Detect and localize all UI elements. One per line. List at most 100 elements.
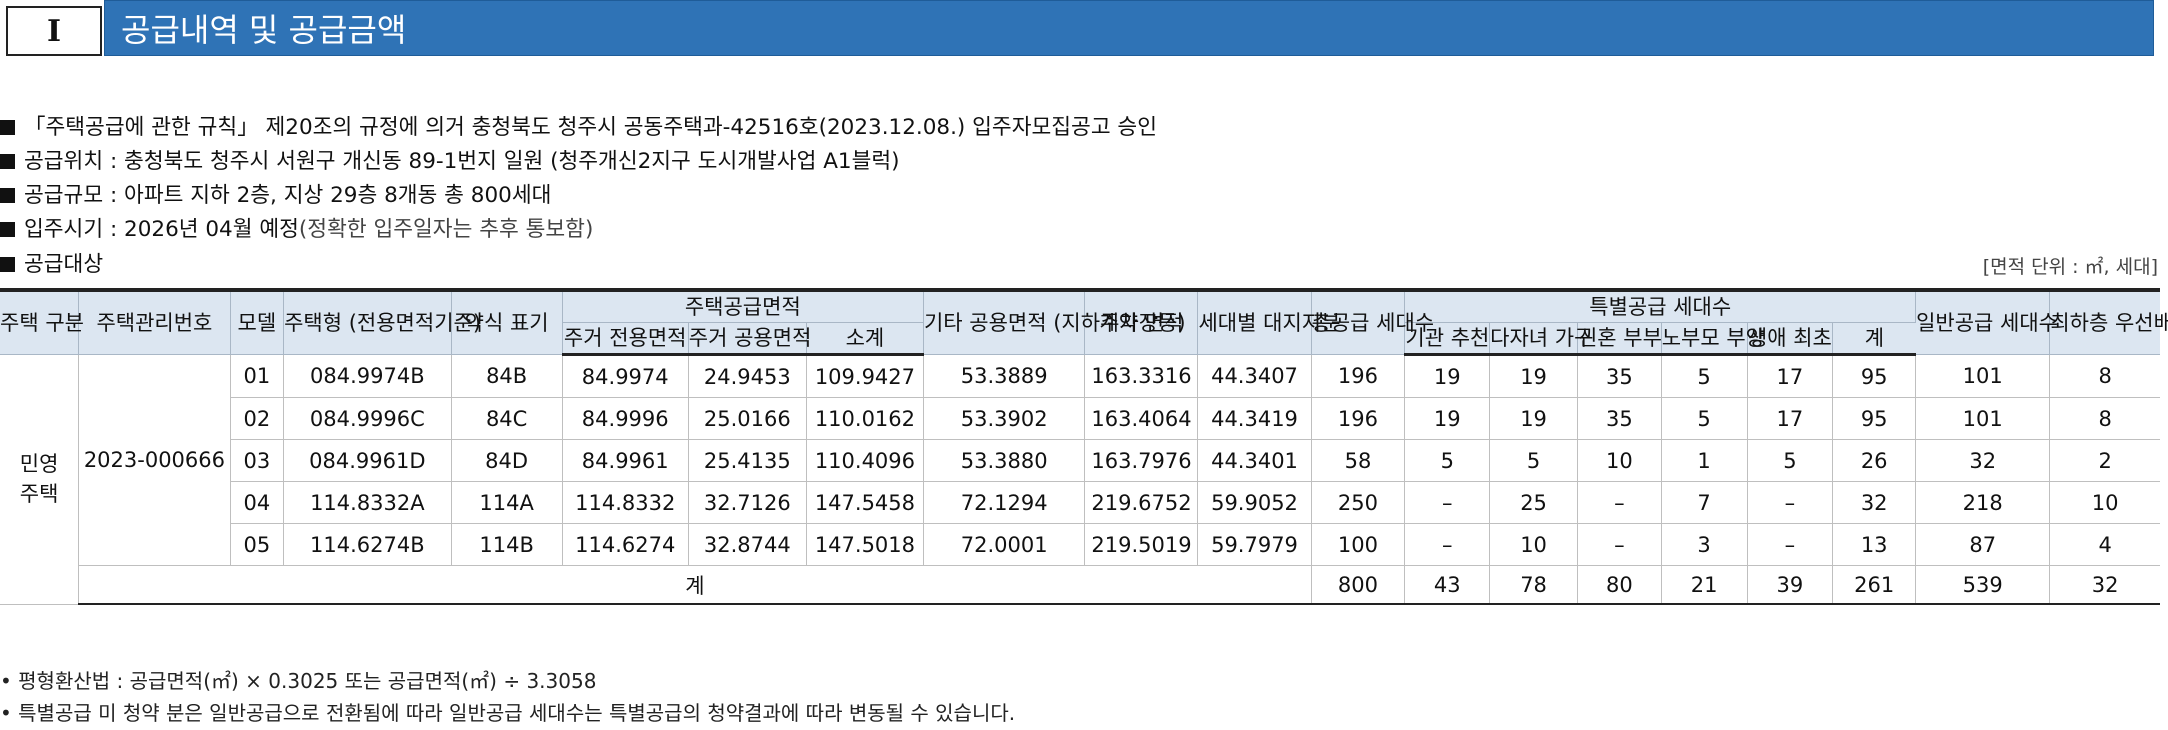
table-cell: 84.9974 <box>562 354 689 398</box>
table-cell: 44.3401 <box>1197 439 1312 482</box>
header-house-type: 주택형 (전용면적기준) <box>283 288 481 355</box>
supply-table: 주택 구분 주택관리번호 모델 주택형 (전용면적기준) 약식 표기 주택공급면… <box>0 288 2168 605</box>
total-cell: 78 <box>1489 565 1578 605</box>
table-cell: 17 <box>1747 354 1834 398</box>
table-cell: 101 <box>1915 354 2051 398</box>
note-special-supply: • 특별공급 미 청약 분은 일반공급으로 전환됨에 따라 일반공급 세대수는 … <box>0 701 1016 725</box>
table-cell: – <box>1404 523 1491 566</box>
table-cell: 5 <box>1404 439 1491 482</box>
table-cell: 114.8332A <box>283 481 452 524</box>
table-cell: 110.4096 <box>806 439 924 482</box>
table-cell: 5 <box>1661 354 1748 398</box>
table-cell: 35 <box>1577 397 1662 440</box>
bullet-square-icon <box>0 222 15 237</box>
table-cell: – <box>1577 523 1662 566</box>
header-sp-multichild: 다자녀 가구 <box>1489 322 1593 356</box>
table-cell: 084.9961D <box>283 439 452 482</box>
table-cell: 25 <box>1489 481 1578 524</box>
table-cell: – <box>1404 481 1491 524</box>
table-cell: 5 <box>1747 439 1834 482</box>
total-cell: 39 <box>1747 565 1834 605</box>
total-label: 계 <box>78 565 1312 605</box>
table-cell: 250 <box>1311 481 1406 524</box>
table-cell: 3 <box>1661 523 1748 566</box>
header-total-units: 총공급 세대수 <box>1311 288 1434 355</box>
header-supply-area: 주택공급면적 <box>562 288 924 323</box>
table-cell: 13 <box>1832 523 1917 566</box>
header-special-supply: 특별공급 세대수 <box>1404 288 1917 323</box>
table-cell: 95 <box>1832 397 1917 440</box>
table-cell: 03 <box>230 439 285 482</box>
total-cell: 80 <box>1577 565 1662 605</box>
header-sp-sum: 계 <box>1832 322 1916 356</box>
header-sp-elderly-parent: 노부모 부양 <box>1661 322 1765 356</box>
table-cell: 10 <box>2049 481 2160 524</box>
table-cell: 163.3316 <box>1084 354 1199 398</box>
bullet-move-in: 입주시기 : 2026년 04월 예정(정확한 입주일자는 추후 통보함) <box>0 212 593 243</box>
table-cell: 19 <box>1404 354 1491 398</box>
header-lowest-floor: 최하층 우선배정 세대수 <box>2049 288 2168 355</box>
table-cell: 10 <box>1577 439 1662 482</box>
table-cell: 32.8744 <box>688 523 807 566</box>
cell-housing-type: 민영 주택 <box>0 354 80 605</box>
bullet-scale: 공급규모 : 아파트 지하 2층, 지상 29층 8개동 총 800세대 <box>0 178 551 209</box>
table-cell: 84D <box>451 439 563 482</box>
table-cell: 8 <box>2049 397 2160 440</box>
table-cell: 32.7126 <box>688 481 807 524</box>
table-cell: 53.3902 <box>923 397 1086 440</box>
header-exclusive-area: 주거 전용면적 <box>562 322 689 356</box>
table-cell: 84.9996 <box>562 397 689 440</box>
table-cell: 219.5019 <box>1084 523 1199 566</box>
supply-table-wrapper: 주택 구분 주택관리번호 모델 주택형 (전용면적기준) 약식 표기 주택공급면… <box>0 288 2168 605</box>
total-cell: 800 <box>1311 565 1406 605</box>
table-cell: 72.0001 <box>923 523 1086 566</box>
table-row: 05 114.6274B 114B 114.6274 32.8744 147.5018 72… <box>0 523 2160 566</box>
table-cell: 05 <box>230 523 285 566</box>
table-cell: 084.9974B <box>283 354 452 398</box>
header-subtotal: 소계 <box>806 322 924 356</box>
total-cell: 32 <box>2049 565 2160 605</box>
table-cell: 2 <box>2049 439 2160 482</box>
header-contract-area: 계약 면적 <box>1084 288 1199 355</box>
table-cell: 59.9052 <box>1197 481 1312 524</box>
bullet-text: 입주시기 : 2026년 04월 예정 <box>24 217 299 242</box>
table-cell: 84B <box>451 354 563 398</box>
header-housing-type: 주택 구분 <box>0 288 84 355</box>
table-cell: 196 <box>1311 397 1406 440</box>
bullet-move-in-note: (정확한 입주일자는 추후 통보함) <box>298 217 594 242</box>
header-model: 모델 <box>230 288 285 355</box>
table-cell: 35 <box>1577 354 1662 398</box>
bullet-text: 공급위치 : 충청북도 청주시 서원구 개신동 89-1번지 일원 (청주개신2… <box>24 149 900 174</box>
table-cell: 17 <box>1747 397 1834 440</box>
table-cell: 87 <box>1915 523 2051 566</box>
table-cell: 84C <box>451 397 563 440</box>
table-cell: 5 <box>1489 439 1578 482</box>
table-cell: 44.3407 <box>1197 354 1312 398</box>
table-cell: 95 <box>1832 354 1917 398</box>
table-cell: 25.0166 <box>688 397 807 440</box>
header-general-supply: 일반공급 세대수 <box>1915 288 2058 355</box>
table-cell: 114.6274 <box>562 523 689 566</box>
table-cell: 58 <box>1311 439 1406 482</box>
table-cell: 72.1294 <box>923 481 1086 524</box>
table-cell: 101 <box>1915 397 2051 440</box>
bullet-target: 공급대상 <box>0 247 103 278</box>
bullet-square-icon <box>0 188 15 203</box>
unit-label: [면적 단위 : ㎡, 세대] <box>1982 256 2158 278</box>
table-row: 02 084.9996C 84C 84.9996 25.0166 110.0162 53.3… <box>0 397 2160 440</box>
table-cell: 25.4135 <box>688 439 807 482</box>
table-cell: 147.5458 <box>806 481 924 524</box>
section-title: 공급내역 및 공급금액 <box>121 11 407 49</box>
table-cell: 5 <box>1661 397 1748 440</box>
table-cell: 8 <box>2049 354 2160 398</box>
table-cell: 10 <box>1489 523 1578 566</box>
table-cell: 26 <box>1832 439 1917 482</box>
bullet-location: 공급위치 : 충청북도 청주시 서원구 개신동 89-1번지 일원 (청주개신2… <box>0 144 900 175</box>
header-abbr: 약식 표기 <box>451 288 563 355</box>
total-cell: 539 <box>1915 565 2051 605</box>
bullet-approval: 「주택공급에 관한 규칙」 제20조의 규정에 의거 충청북도 청주시 공동주택… <box>0 110 1157 141</box>
table-cell: 218 <box>1915 481 2051 524</box>
bullet-text: 「주택공급에 관한 규칙」 제20조의 규정에 의거 충청북도 청주시 공동주택… <box>24 115 1157 140</box>
table-row: 03 084.9961D 84D 84.9961 25.4135 110.4096 53.3… <box>0 439 2160 482</box>
table-cell: – <box>1747 523 1834 566</box>
